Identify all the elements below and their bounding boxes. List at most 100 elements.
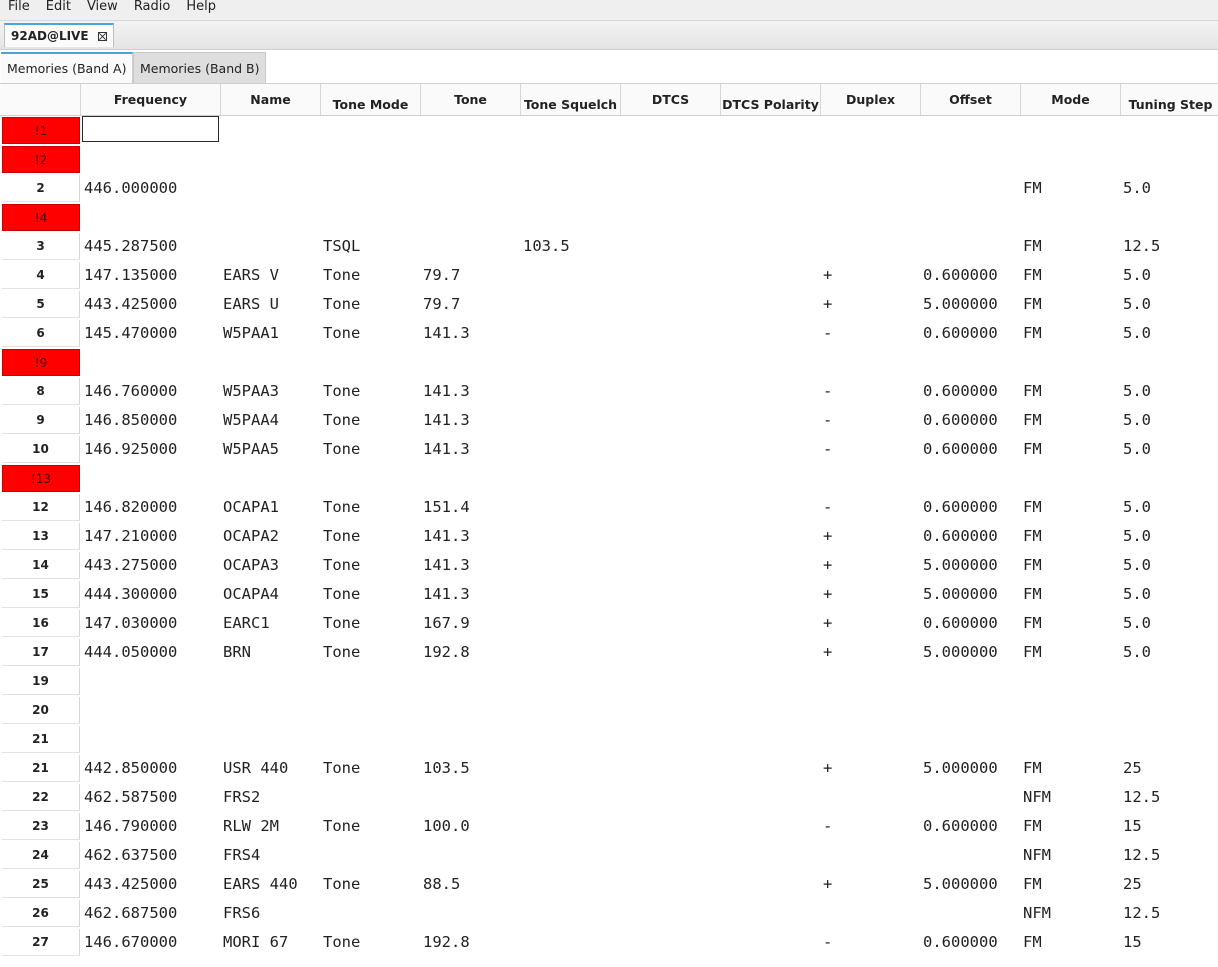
- cell-freq[interactable]: 147.210000: [84, 522, 220, 551]
- cell-duplex[interactable]: +: [823, 290, 919, 319]
- table-row[interactable]: !13: [0, 464, 1218, 493]
- menu-edit[interactable]: Edit: [38, 0, 79, 14]
- cell-offset[interactable]: 5.000000: [923, 290, 1019, 319]
- cell-tone[interactable]: 141.3: [423, 580, 519, 609]
- cell-duplex[interactable]: -: [823, 435, 919, 464]
- cell-tsql[interactable]: 103.5: [523, 232, 619, 261]
- cell-freq[interactable]: 446.000000: [84, 174, 220, 203]
- cell-name[interactable]: OCAPA4: [223, 580, 319, 609]
- row-number[interactable]: 25: [2, 871, 80, 898]
- cell-duplex[interactable]: -: [823, 319, 919, 348]
- cell-tmode[interactable]: Tone: [323, 435, 419, 464]
- row-number[interactable]: 3: [2, 233, 80, 260]
- table-row[interactable]: 10 146.925000 W5PAA5 Tone 141.3 -0.600000 FM 5.…: [0, 435, 1218, 464]
- cell-step[interactable]: 5.0: [1123, 551, 1218, 580]
- row-number[interactable]: 9: [2, 407, 80, 434]
- table-row[interactable]: 21: [0, 725, 1218, 754]
- cell-freq[interactable]: 444.300000: [84, 580, 220, 609]
- cell-tmode[interactable]: Tone: [323, 261, 419, 290]
- cell-tone[interactable]: 192.8: [423, 928, 519, 957]
- row-number[interactable]: 19: [2, 668, 80, 695]
- column-header-freq[interactable]: Frequency: [81, 84, 221, 115]
- cell-freq[interactable]: 462.687500: [84, 899, 220, 928]
- column-header-offset[interactable]: Offset: [921, 84, 1021, 115]
- cell-name[interactable]: EARC1: [223, 609, 319, 638]
- table-row[interactable]: 25 443.425000 EARS 440 Tone 88.5 +5.000000 FM 2…: [0, 870, 1218, 899]
- row-number[interactable]: 14: [2, 552, 80, 579]
- cell-offset[interactable]: 0.600000: [923, 377, 1019, 406]
- cell-mode[interactable]: FM: [1023, 609, 1119, 638]
- cell-name[interactable]: EARS 440: [223, 870, 319, 899]
- cell-offset[interactable]: 0.600000: [923, 609, 1019, 638]
- table-row[interactable]: !4: [0, 203, 1218, 232]
- cell-name[interactable]: W5PAA3: [223, 377, 319, 406]
- cell-tmode[interactable]: Tone: [323, 377, 419, 406]
- cell-offset[interactable]: 0.600000: [923, 928, 1019, 957]
- cell-offset[interactable]: 5.000000: [923, 551, 1019, 580]
- row-number[interactable]: 5: [2, 291, 80, 318]
- row-number[interactable]: 24: [2, 842, 80, 869]
- cell-tmode[interactable]: Tone: [323, 551, 419, 580]
- selected-cell[interactable]: [82, 116, 219, 142]
- cell-duplex[interactable]: +: [823, 522, 919, 551]
- cell-offset[interactable]: 5.000000: [923, 870, 1019, 899]
- cell-mode[interactable]: FM: [1023, 522, 1119, 551]
- table-row[interactable]: 27 146.670000 MORI 67 Tone 192.8 -0.600000 FM 1…: [0, 928, 1218, 957]
- cell-mode[interactable]: FM: [1023, 435, 1119, 464]
- cell-duplex[interactable]: -: [823, 812, 919, 841]
- cell-tone[interactable]: 141.3: [423, 435, 519, 464]
- cell-name[interactable]: OCAPA2: [223, 522, 319, 551]
- cell-step[interactable]: 5.0: [1123, 406, 1218, 435]
- cell-tmode[interactable]: Tone: [323, 609, 419, 638]
- cell-step[interactable]: 5.0: [1123, 377, 1218, 406]
- cell-mode[interactable]: FM: [1023, 928, 1119, 957]
- cell-step[interactable]: 5.0: [1123, 290, 1218, 319]
- cell-tmode[interactable]: Tone: [323, 493, 419, 522]
- cell-mode[interactable]: NFM: [1023, 841, 1119, 870]
- table-row[interactable]: 19: [0, 667, 1218, 696]
- cell-mode[interactable]: FM: [1023, 377, 1119, 406]
- row-number[interactable]: 27: [2, 929, 80, 956]
- tab-memories-band-a[interactable]: Memories (Band A): [1, 52, 134, 83]
- cell-name[interactable]: USR 440: [223, 754, 319, 783]
- menu-file[interactable]: File: [0, 0, 38, 14]
- table-row[interactable]: 22 462.587500 FRS2 NFM 12.5: [0, 783, 1218, 812]
- table-row[interactable]: 12 146.820000 OCAPA1 Tone 151.4 -0.600000 FM 5.…: [0, 493, 1218, 522]
- tab-memories-band-b[interactable]: Memories (Band B): [133, 52, 267, 83]
- row-number[interactable]: 6: [2, 320, 80, 347]
- cell-step[interactable]: 25: [1123, 870, 1218, 899]
- cell-tone[interactable]: 141.3: [423, 551, 519, 580]
- row-number[interactable]: 20: [2, 697, 80, 724]
- cell-duplex[interactable]: -: [823, 377, 919, 406]
- column-header-duplex[interactable]: Duplex: [821, 84, 921, 115]
- cell-freq[interactable]: 443.425000: [84, 870, 220, 899]
- cell-duplex[interactable]: +: [823, 754, 919, 783]
- cell-step[interactable]: 5.0: [1123, 638, 1218, 667]
- table-row[interactable]: 13 147.210000 OCAPA2 Tone 141.3 +0.600000 FM 5.…: [0, 522, 1218, 551]
- table-row[interactable]: 16 147.030000 EARC1 Tone 167.9 +0.600000 FM 5.0: [0, 609, 1218, 638]
- cell-freq[interactable]: 146.850000: [84, 406, 220, 435]
- cell-name[interactable]: BRN: [223, 638, 319, 667]
- cell-freq[interactable]: 147.030000: [84, 609, 220, 638]
- row-number-empty[interactable]: !13: [2, 465, 80, 492]
- row-number[interactable]: 21: [2, 755, 80, 782]
- cell-mode[interactable]: FM: [1023, 870, 1119, 899]
- cell-tone[interactable]: 167.9: [423, 609, 519, 638]
- cell-name[interactable]: OCAPA3: [223, 551, 319, 580]
- column-header-mode[interactable]: Mode: [1021, 84, 1121, 115]
- cell-step[interactable]: 5.0: [1123, 609, 1218, 638]
- table-row[interactable]: 15 444.300000 OCAPA4 Tone 141.3 +5.000000 FM 5.…: [0, 580, 1218, 609]
- cell-offset[interactable]: 0.600000: [923, 522, 1019, 551]
- cell-step[interactable]: 5.0: [1123, 435, 1218, 464]
- cell-name[interactable]: EARS V: [223, 261, 319, 290]
- cell-freq[interactable]: 445.287500: [84, 232, 220, 261]
- cell-freq[interactable]: 146.670000: [84, 928, 220, 957]
- cell-tmode[interactable]: Tone: [323, 870, 419, 899]
- cell-tone[interactable]: 141.3: [423, 377, 519, 406]
- cell-step[interactable]: 12.5: [1123, 783, 1218, 812]
- table-row[interactable]: !9: [0, 348, 1218, 377]
- cell-freq[interactable]: 147.135000: [84, 261, 220, 290]
- cell-name[interactable]: EARS U: [223, 290, 319, 319]
- cell-tmode[interactable]: Tone: [323, 580, 419, 609]
- row-number-empty[interactable]: !2: [2, 146, 80, 173]
